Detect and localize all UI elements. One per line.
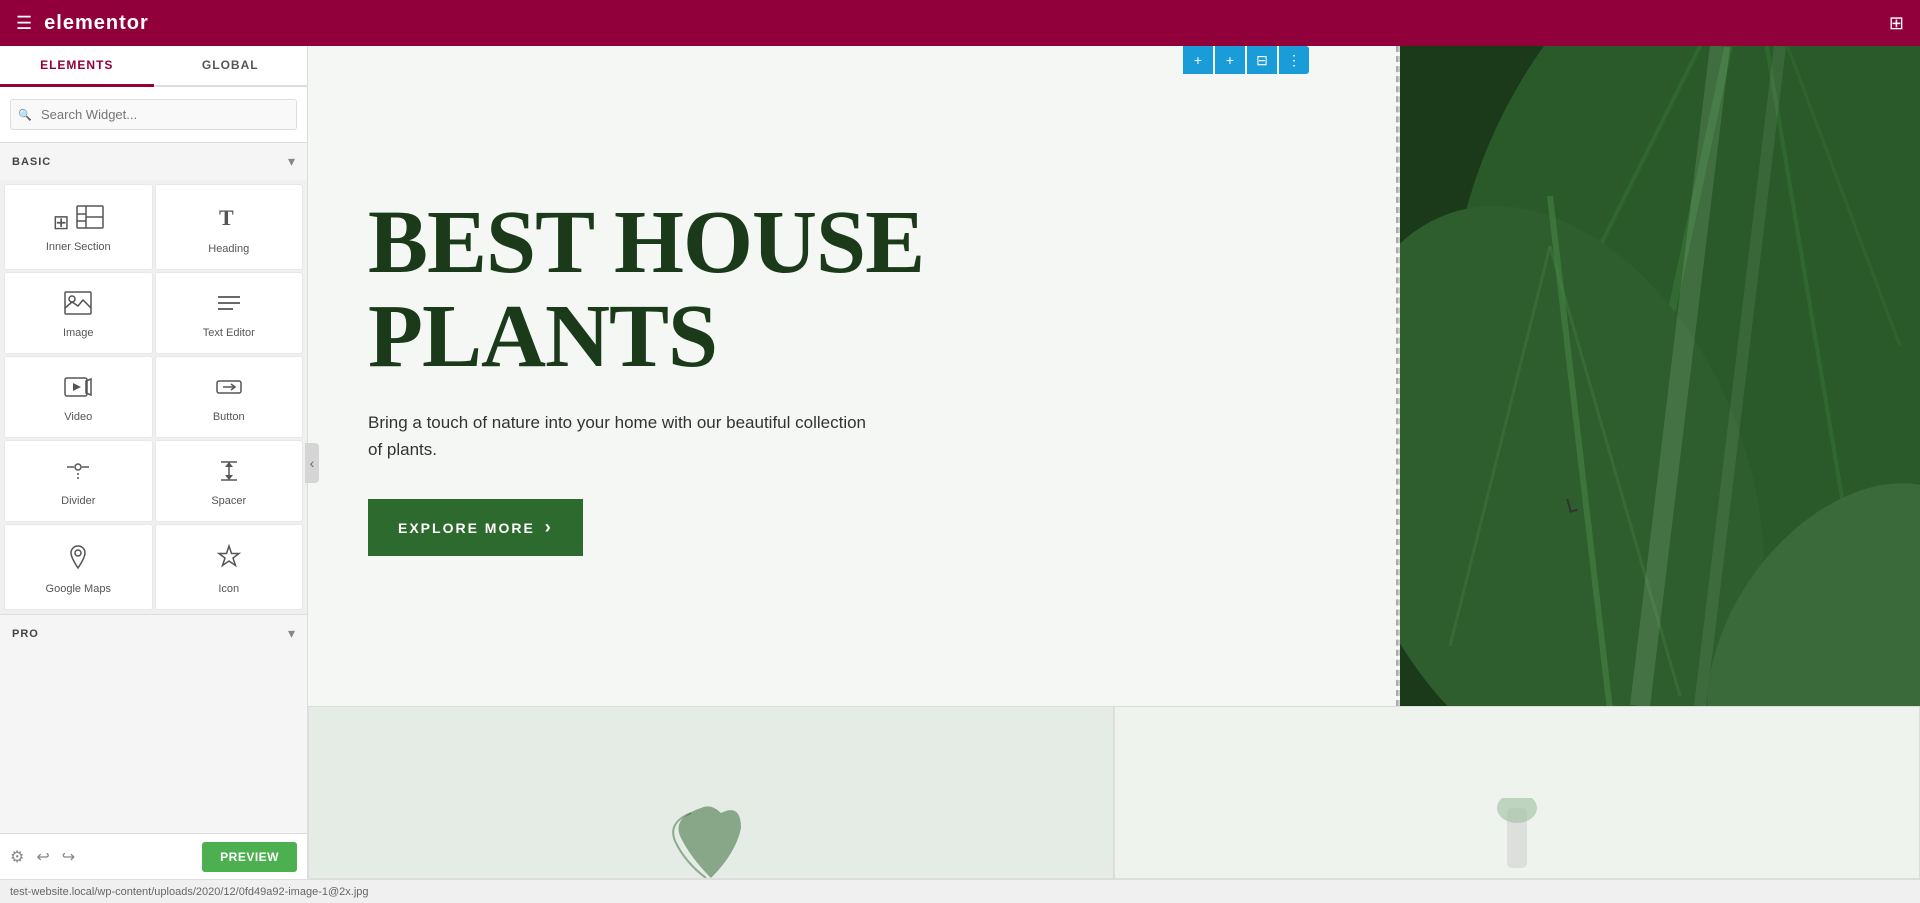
widget-button[interactable]: Button (155, 356, 304, 438)
widget-divider[interactable]: Divider (4, 440, 153, 522)
status-url: test-website.local/wp-content/uploads/20… (10, 886, 369, 898)
hamburger-icon[interactable]: ☰ (16, 13, 32, 34)
divider-icon (64, 459, 92, 487)
google-maps-icon (64, 543, 92, 575)
widget-google-maps-label: Google Maps (46, 583, 111, 595)
main-layout: ELEMENTS GLOBAL BASIC ▾ (0, 46, 1920, 879)
text-editor-icon (215, 291, 243, 319)
bottom-strip (308, 706, 1920, 879)
widget-button-label: Button (213, 411, 245, 423)
widget-video[interactable]: Video (4, 356, 153, 438)
pro-section-arrow: ▾ (288, 625, 295, 642)
heading-icon: T (215, 203, 243, 235)
preview-button[interactable]: PREVIEW (202, 842, 297, 872)
widget-image-label: Image (63, 327, 94, 339)
widget-image[interactable]: Image (4, 272, 153, 354)
hero-section: BEST HOUSE PLANTS Bring a touch of natur… (308, 46, 1920, 706)
sidebar: ELEMENTS GLOBAL BASIC ▾ (0, 46, 308, 879)
hero-title: BEST HOUSE PLANTS (368, 196, 1338, 385)
basic-section-header[interactable]: BASIC ▾ (0, 143, 307, 180)
canvas-more-btn[interactable]: ⋮ (1279, 46, 1309, 74)
canvas-toolbar: + + ⊟ ⋮ (1183, 46, 1309, 74)
elementor-logo: elementor (44, 12, 149, 35)
settings-icon[interactable]: ⚙ (10, 847, 24, 867)
top-bar-left: ☰ elementor (16, 12, 149, 35)
widget-spacer-label: Spacer (211, 495, 246, 507)
undo-icon[interactable]: ↩ (36, 847, 49, 867)
widget-heading-label: Heading (208, 243, 249, 255)
widget-spacer[interactable]: Spacer (155, 440, 304, 522)
spacer-icon (215, 459, 243, 487)
grid-icon[interactable]: ⊞ (1889, 13, 1904, 34)
canvas-layout-btn[interactable]: ⊟ (1247, 46, 1277, 74)
hero-title-line2: PLANTS (368, 287, 717, 386)
video-icon (64, 375, 92, 403)
column-divider (1396, 46, 1398, 706)
image-icon (64, 291, 92, 319)
cta-arrow-icon: › (545, 517, 553, 538)
canvas-add-btn[interactable]: + (1183, 46, 1213, 74)
sidebar-bottom: ⚙ ↩ ↪ PREVIEW (0, 833, 307, 879)
pro-section-label: PRO (12, 628, 39, 640)
widget-text-editor-label: Text Editor (203, 327, 255, 339)
widget-text-editor[interactable]: Text Editor (155, 272, 304, 354)
hero-right (1400, 46, 1920, 706)
explore-more-button[interactable]: EXPLORE MORE › (368, 499, 583, 556)
widget-inner-section-label: Inner Section (46, 241, 111, 253)
top-bar: ☰ elementor ⊞ (0, 0, 1920, 46)
canvas-area: + + ⊟ ⋮ BEST HOUSE PLANTS Bring a touch … (308, 46, 1920, 879)
svg-text:T: T (219, 205, 234, 230)
leaf-overlay (1400, 46, 1920, 706)
button-icon (215, 375, 243, 403)
widget-icon[interactable]: Icon (155, 524, 304, 610)
hero-title-line1: BEST HOUSE (368, 193, 924, 292)
pro-section-header[interactable]: PRO ▾ (0, 614, 307, 652)
search-wrapper (10, 99, 297, 130)
strip-col-1 (308, 706, 1114, 879)
search-box (0, 87, 307, 143)
basic-section-arrow: ▾ (288, 153, 295, 170)
widget-heading[interactable]: T Heading (155, 184, 304, 270)
bottom-icons: ⚙ ↩ ↪ (10, 847, 75, 867)
canvas-frame: BEST HOUSE PLANTS Bring a touch of natur… (308, 46, 1920, 879)
icon-icon (215, 543, 243, 575)
tab-global[interactable]: GLOBAL (154, 46, 308, 85)
tab-elements[interactable]: ELEMENTS (0, 46, 154, 87)
collapse-handle[interactable] (305, 443, 319, 483)
widget-grid: Inner Section T Heading (0, 180, 307, 614)
hero-subtitle: Bring a touch of nature into your home w… (368, 409, 868, 463)
canvas-add2-btn[interactable]: + (1215, 46, 1245, 74)
inner-section-icon (53, 205, 104, 233)
cta-label: EXPLORE MORE (398, 520, 535, 536)
redo-icon[interactable]: ↪ (62, 847, 75, 867)
sidebar-tabs: ELEMENTS GLOBAL (0, 46, 307, 87)
strip-col-2 (1114, 706, 1920, 879)
widget-icon-label: Icon (218, 583, 239, 595)
hero-plant-image (1400, 46, 1920, 706)
widget-google-maps[interactable]: Google Maps (4, 524, 153, 610)
basic-section-label: BASIC (12, 156, 51, 168)
search-input[interactable] (10, 99, 297, 130)
widget-inner-section[interactable]: Inner Section (4, 184, 153, 270)
widget-divider-label: Divider (61, 495, 95, 507)
status-bar: test-website.local/wp-content/uploads/20… (0, 879, 1920, 903)
hero-left: BEST HOUSE PLANTS Bring a touch of natur… (308, 46, 1400, 706)
widget-video-label: Video (64, 411, 92, 423)
